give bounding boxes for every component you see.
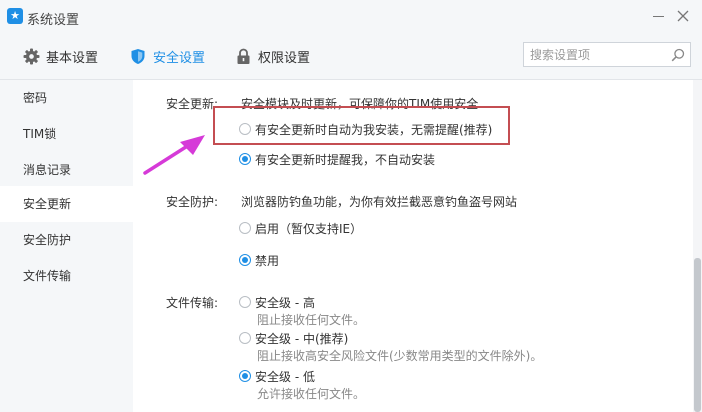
sidebar-item-password[interactable]: 密码 [0,80,133,116]
highlight-box [213,106,510,145]
radio-button[interactable] [239,153,251,165]
lock-icon [234,47,252,65]
radio-label: 禁用 [255,253,280,268]
shield-icon [129,47,147,65]
radio-level-high[interactable]: 安全级 - 高 [239,294,315,310]
search-icon[interactable] [671,48,685,62]
radio-button[interactable] [239,296,251,308]
security-protection-description: 浏览器防钓鱼功能，为你有效拦截恶意钓鱼盗号网站 [241,195,518,209]
tab-bar: 基本设置 安全设置 权限设置 [0,33,702,80]
title-bar: ★ 系统设置 [0,0,702,33]
radio-notify-only[interactable]: 有安全更新时提醒我，不自动安装 [239,151,435,167]
close-icon [677,10,689,22]
radio-button[interactable] [239,254,251,266]
radio-button[interactable] [239,332,251,344]
radio-enable-protection[interactable]: 启用（暂仅支持IE） [239,220,362,236]
sidebar-item-file-transfer[interactable]: 文件传输 [0,258,133,294]
radio-label: 有安全更新时提醒我，不自动安装 [255,152,436,167]
sidebar-item-message-history[interactable]: 消息记录 [0,152,133,188]
search-input[interactable] [530,46,660,63]
minimize-button[interactable] [648,6,670,26]
gear-icon [22,47,40,65]
tab-label: 安全设置 [153,50,206,66]
star-icon: ★ [7,8,23,24]
radio-level-low[interactable]: 安全级 - 低 [239,368,315,384]
radio-button[interactable] [239,370,251,382]
tab-basic-settings[interactable]: 基本设置 [22,46,98,66]
file-transfer-label: 文件传输: [166,296,219,310]
search-box[interactable] [523,42,691,67]
tab-label: 基本设置 [46,50,99,66]
level-low-description: 允许接收任何文件。 [257,387,366,401]
sidebar: 密码 TIM锁 消息记录 安全更新 安全防护 文件传输 [0,80,133,412]
radio-label: 安全级 - 高 [255,295,315,310]
radio-level-medium[interactable]: 安全级 - 中(推荐) [239,330,348,346]
level-medium-description: 阻止接收高安全风险文件(少数常用类型的文件除外)。 [257,349,543,363]
sidebar-item-tim-lock[interactable]: TIM锁 [0,116,133,152]
window-title: 系统设置 [27,13,80,28]
scrollbar-thumb[interactable] [694,258,701,412]
radio-label: 启用（暂仅支持IE） [255,221,363,236]
tab-label: 权限设置 [258,50,311,66]
sidebar-item-security-update[interactable]: 安全更新 [0,186,133,222]
annotation-arrow-icon [143,135,205,175]
radio-button[interactable] [239,222,251,234]
tab-security-settings[interactable]: 安全设置 [129,46,205,66]
security-protection-label: 安全防护: [166,195,219,209]
scrollbar[interactable] [693,80,702,412]
close-button[interactable] [672,6,694,26]
tab-permission-settings[interactable]: 权限设置 [234,46,310,66]
sidebar-item-security-protection[interactable]: 安全防护 [0,222,133,258]
radio-disable-protection[interactable]: 禁用 [239,252,279,268]
security-update-label: 安全更新: [166,97,219,111]
radio-label: 安全级 - 中(推荐) [255,331,349,346]
level-high-description: 阻止接收任何文件。 [257,313,366,327]
settings-content: 安全更新: 安全模块及时更新，可保障你的TIM使用安全 有安全更新时自动为我安装… [133,80,693,412]
radio-label: 安全级 - 低 [255,369,315,384]
